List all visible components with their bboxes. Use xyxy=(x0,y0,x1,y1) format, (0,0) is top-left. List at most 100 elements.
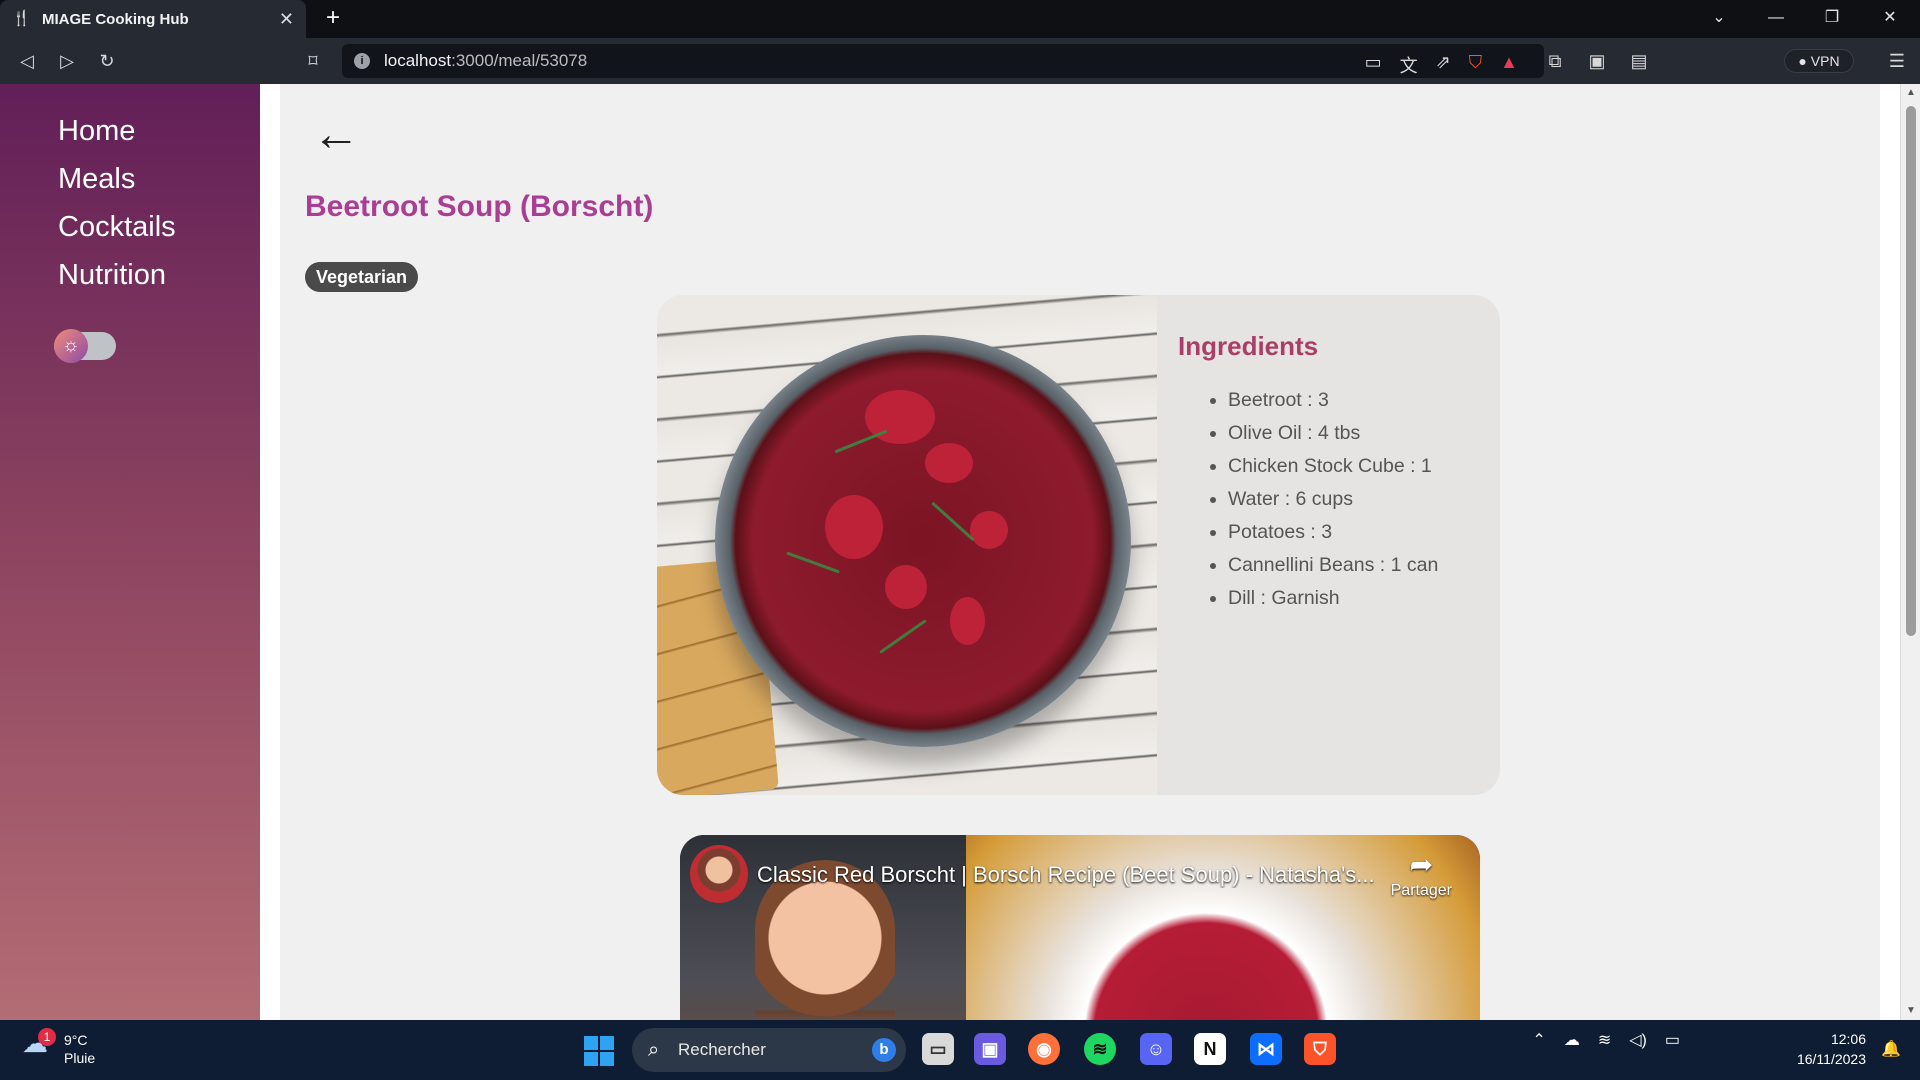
address-bar[interactable]: i localhost :3000/meal/53078 ▭ 文 ⇗ ⛉ ▲ xyxy=(342,44,1544,78)
dill-sprig xyxy=(786,551,840,574)
bing-icon[interactable]: b xyxy=(872,1038,896,1062)
onedrive-icon[interactable]: ☁ xyxy=(1564,1030,1580,1050)
dill-sprig xyxy=(931,501,975,542)
back-browser-icon[interactable]: ◁ xyxy=(16,50,38,72)
ingredient-item: Olive Oil : 4 tbs xyxy=(1228,417,1478,450)
minimize-window-icon[interactable]: — xyxy=(1764,8,1788,30)
ingredient-item: Dill : Garnish xyxy=(1228,582,1478,615)
youtube-video-embed[interactable]: Classic Red Borscht | Borsch Recipe (Bee… xyxy=(680,835,1480,1020)
weather-temperature: 9°C xyxy=(64,1032,88,1048)
ingredients-list: Beetroot : 3 Olive Oil : 4 tbs Chicken S… xyxy=(1178,384,1478,615)
forward-browser-icon[interactable]: ▷ xyxy=(56,50,78,72)
taskbar-search-box[interactable]: ⌕ Rechercher b xyxy=(632,1028,906,1072)
site-info-icon[interactable]: i xyxy=(354,53,370,69)
clock-date: 16/11/2023 xyxy=(1796,1051,1866,1067)
sun-icon: ☼ xyxy=(54,329,88,363)
system-tray: ⌃ ☁ ≋ ◁) ▭ xyxy=(1532,1030,1680,1050)
ingredient-item: Chicken Stock Cube : 1 xyxy=(1228,450,1478,483)
discord-icon[interactable]: ☺ xyxy=(1140,1033,1172,1065)
battery-icon[interactable]: ▭ xyxy=(1665,1030,1680,1050)
sidebar-toggle-icon[interactable]: ▣ xyxy=(1586,50,1608,72)
web-page: Home Meals Cocktails Nutrition ☼ ← Beetr… xyxy=(0,84,1920,1020)
site-favicon-icon: 🍴 xyxy=(12,10,31,27)
cast-icon[interactable]: ▭ xyxy=(1365,52,1382,78)
meal-detail-main: ← Beetroot Soup (Borscht) Vegetarian Ing… xyxy=(280,84,1880,1020)
vpn-button[interactable]: ● VPN xyxy=(1784,49,1854,73)
browser-titlebar: 🍴 MIAGE Cooking Hub ✕ + ⌄ — ❐ ✕ xyxy=(0,0,1920,38)
page-scrollbar[interactable]: ▲ ▼ xyxy=(1900,84,1920,1020)
share-arrow-icon: ➦ xyxy=(1409,849,1434,880)
search-placeholder: Rechercher xyxy=(678,1040,766,1059)
bookmark-icon[interactable]: ⌑ xyxy=(302,50,324,72)
tab-close-icon[interactable]: ✕ xyxy=(279,9,294,30)
windows-taskbar: ☁ 1 9°C Pluie ⌕ Rechercher b ▭ ▣ ◉ ≋ ☺ N… xyxy=(0,1020,1920,1080)
weather-description: Pluie xyxy=(64,1050,96,1066)
video-title[interactable]: Classic Red Borscht | Borsch Recipe (Bee… xyxy=(757,862,1407,888)
extensions-icon[interactable]: ⧉ xyxy=(1544,50,1566,72)
firefox-icon[interactable]: ◉ xyxy=(1028,1033,1060,1065)
sidebar-item-meals[interactable]: Meals xyxy=(58,162,135,196)
beet-piece xyxy=(825,495,883,559)
share-page-icon[interactable]: ⇗ xyxy=(1436,52,1451,78)
soup-bowl-image-element xyxy=(715,335,1131,747)
beet-piece xyxy=(925,443,973,483)
clock-time: 12:06 xyxy=(1830,1031,1866,1047)
wallet-icon[interactable]: ▤ xyxy=(1628,50,1650,72)
browser-tab-active[interactable]: 🍴 MIAGE Cooking Hub ✕ xyxy=(0,0,306,38)
weather-notification-badge: 1 xyxy=(38,1028,56,1046)
ingredients-heading: Ingredients xyxy=(1178,331,1319,361)
reload-icon[interactable]: ↻ xyxy=(96,50,118,72)
close-window-icon[interactable]: ✕ xyxy=(1878,8,1902,30)
tab-list-chevron-icon[interactable]: ⌄ xyxy=(1707,8,1731,30)
ingredients-panel: Ingredients Beetroot : 3 Olive Oil : 4 t… xyxy=(1178,331,1478,615)
windows-start-icon[interactable] xyxy=(584,1036,614,1066)
tab-title: MIAGE Cooking Hub xyxy=(42,10,189,28)
back-arrow-icon[interactable]: ← xyxy=(312,111,368,159)
meal-title: Beetroot Soup (Borscht) xyxy=(305,190,654,223)
translate-icon[interactable]: 文 xyxy=(1400,52,1418,78)
ingredient-item: Cannellini Beans : 1 can xyxy=(1228,549,1478,582)
meal-card: Ingredients Beetroot : 3 Olive Oil : 4 t… xyxy=(657,295,1500,795)
scrollbar-thumb[interactable] xyxy=(1906,106,1916,636)
sidebar-item-home[interactable]: Home xyxy=(58,114,135,148)
beet-piece xyxy=(970,511,1008,549)
new-tab-icon[interactable]: + xyxy=(320,6,346,32)
channel-avatar[interactable] xyxy=(690,845,748,903)
taskbar-clock[interactable]: 12:06 16/11/2023 xyxy=(1797,1029,1866,1069)
notifications-icon[interactable]: 🔔 xyxy=(1880,1039,1902,1061)
vpn-label: VPN xyxy=(1810,53,1840,69)
meal-image xyxy=(657,295,1157,795)
beet-piece xyxy=(950,597,985,645)
ingredient-item: Beetroot : 3 xyxy=(1228,384,1478,417)
url-host: localhost xyxy=(384,51,452,70)
beet-piece xyxy=(885,565,927,609)
share-label: Partager xyxy=(1390,882,1452,899)
menu-icon[interactable]: ☰ xyxy=(1886,50,1908,72)
wifi-icon[interactable]: ≋ xyxy=(1598,1030,1611,1050)
notion-icon[interactable]: N xyxy=(1194,1033,1226,1065)
teams-chat-icon[interactable]: ▣ xyxy=(974,1033,1006,1065)
search-icon: ⌕ xyxy=(648,1039,660,1061)
brave-shields-icon[interactable]: ⛉ xyxy=(1469,52,1483,78)
show-hidden-icons-icon[interactable]: ⌃ xyxy=(1532,1030,1545,1050)
brave-browser-icon[interactable]: ⛉ xyxy=(1304,1033,1336,1065)
browser-toolbar: ◁ ▷ ↻ ⌑ i localhost :3000/meal/53078 ▭ 文… xyxy=(0,38,1920,84)
vscode-icon[interactable]: ⋈ xyxy=(1250,1033,1282,1065)
address-bar-actions: ▭ 文 ⇗ ⛉ ▲ xyxy=(1365,52,1518,78)
url-path: :3000/meal/53078 xyxy=(451,51,588,70)
dill-sprig xyxy=(834,429,888,454)
theme-toggle[interactable]: ☼ xyxy=(54,329,116,363)
ingredient-item: Water : 6 cups xyxy=(1228,483,1478,516)
spotify-icon[interactable]: ≋ xyxy=(1084,1033,1116,1065)
share-button[interactable]: ➦ Partager xyxy=(1391,851,1452,903)
volume-icon[interactable]: ◁) xyxy=(1629,1030,1647,1050)
restore-window-icon[interactable]: ❐ xyxy=(1820,8,1844,30)
scroll-down-icon[interactable]: ▼ xyxy=(1901,1002,1920,1020)
browser-extension-area: ⧉ ▣ ▤ ● VPN ☰ xyxy=(1544,38,1920,84)
brave-rewards-icon[interactable]: ▲ xyxy=(1500,52,1518,78)
category-badge: Vegetarian xyxy=(305,262,419,292)
task-view-icon[interactable]: ▭ xyxy=(922,1033,954,1065)
sidebar-item-nutrition[interactable]: Nutrition xyxy=(58,258,166,292)
sidebar-item-cocktails[interactable]: Cocktails xyxy=(58,210,176,244)
scroll-up-icon[interactable]: ▲ xyxy=(1901,84,1920,102)
